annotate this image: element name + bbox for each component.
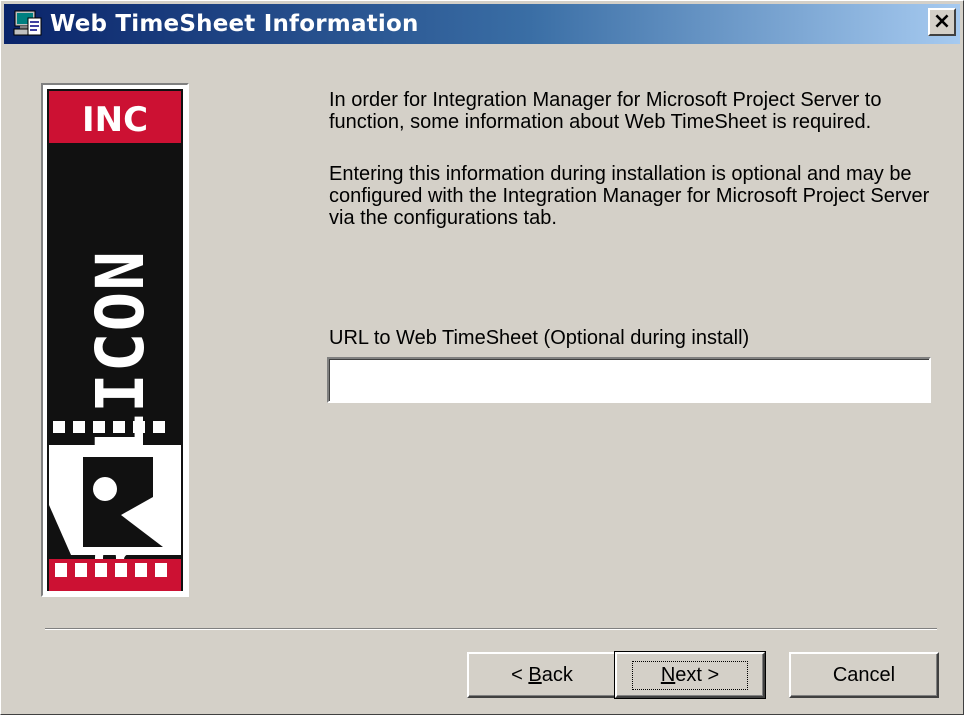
- next-rest: ext >: [675, 663, 720, 686]
- back-prefix: <: [511, 663, 529, 686]
- replicon-logo: INC REPLICON: [47, 89, 183, 591]
- next-accel: N: [660, 663, 676, 686]
- logo-inc-text: INC: [82, 100, 148, 140]
- setup-dialog: Web TimeSheet Information × INC REPLICON: [0, 0, 964, 715]
- back-accel: B: [528, 663, 542, 686]
- next-focus-rect: Next >: [631, 660, 749, 690]
- divider: [45, 628, 937, 630]
- setup-computer-icon: [13, 10, 42, 36]
- logo-r-mark: [49, 445, 181, 555]
- replicon-logo-panel: INC REPLICON: [41, 83, 189, 597]
- back-rest: ack: [541, 663, 573, 686]
- info-paragraph-1: In order for Integration Manager for Mic…: [329, 89, 882, 133]
- url-label: URL to Web TimeSheet (Optional during in…: [329, 327, 750, 349]
- title-bar[interactable]: Web TimeSheet Information ×: [4, 4, 960, 44]
- next-button[interactable]: Next >: [614, 651, 766, 699]
- url-input[interactable]: [327, 357, 931, 403]
- window-title: Web TimeSheet Information: [50, 11, 419, 37]
- close-icon: ×: [932, 9, 952, 34]
- back-button[interactable]: < Back: [467, 652, 617, 698]
- close-button[interactable]: ×: [928, 8, 956, 36]
- info-paragraph-2: Entering this information during install…: [329, 163, 930, 229]
- cancel-button[interactable]: Cancel: [789, 652, 939, 698]
